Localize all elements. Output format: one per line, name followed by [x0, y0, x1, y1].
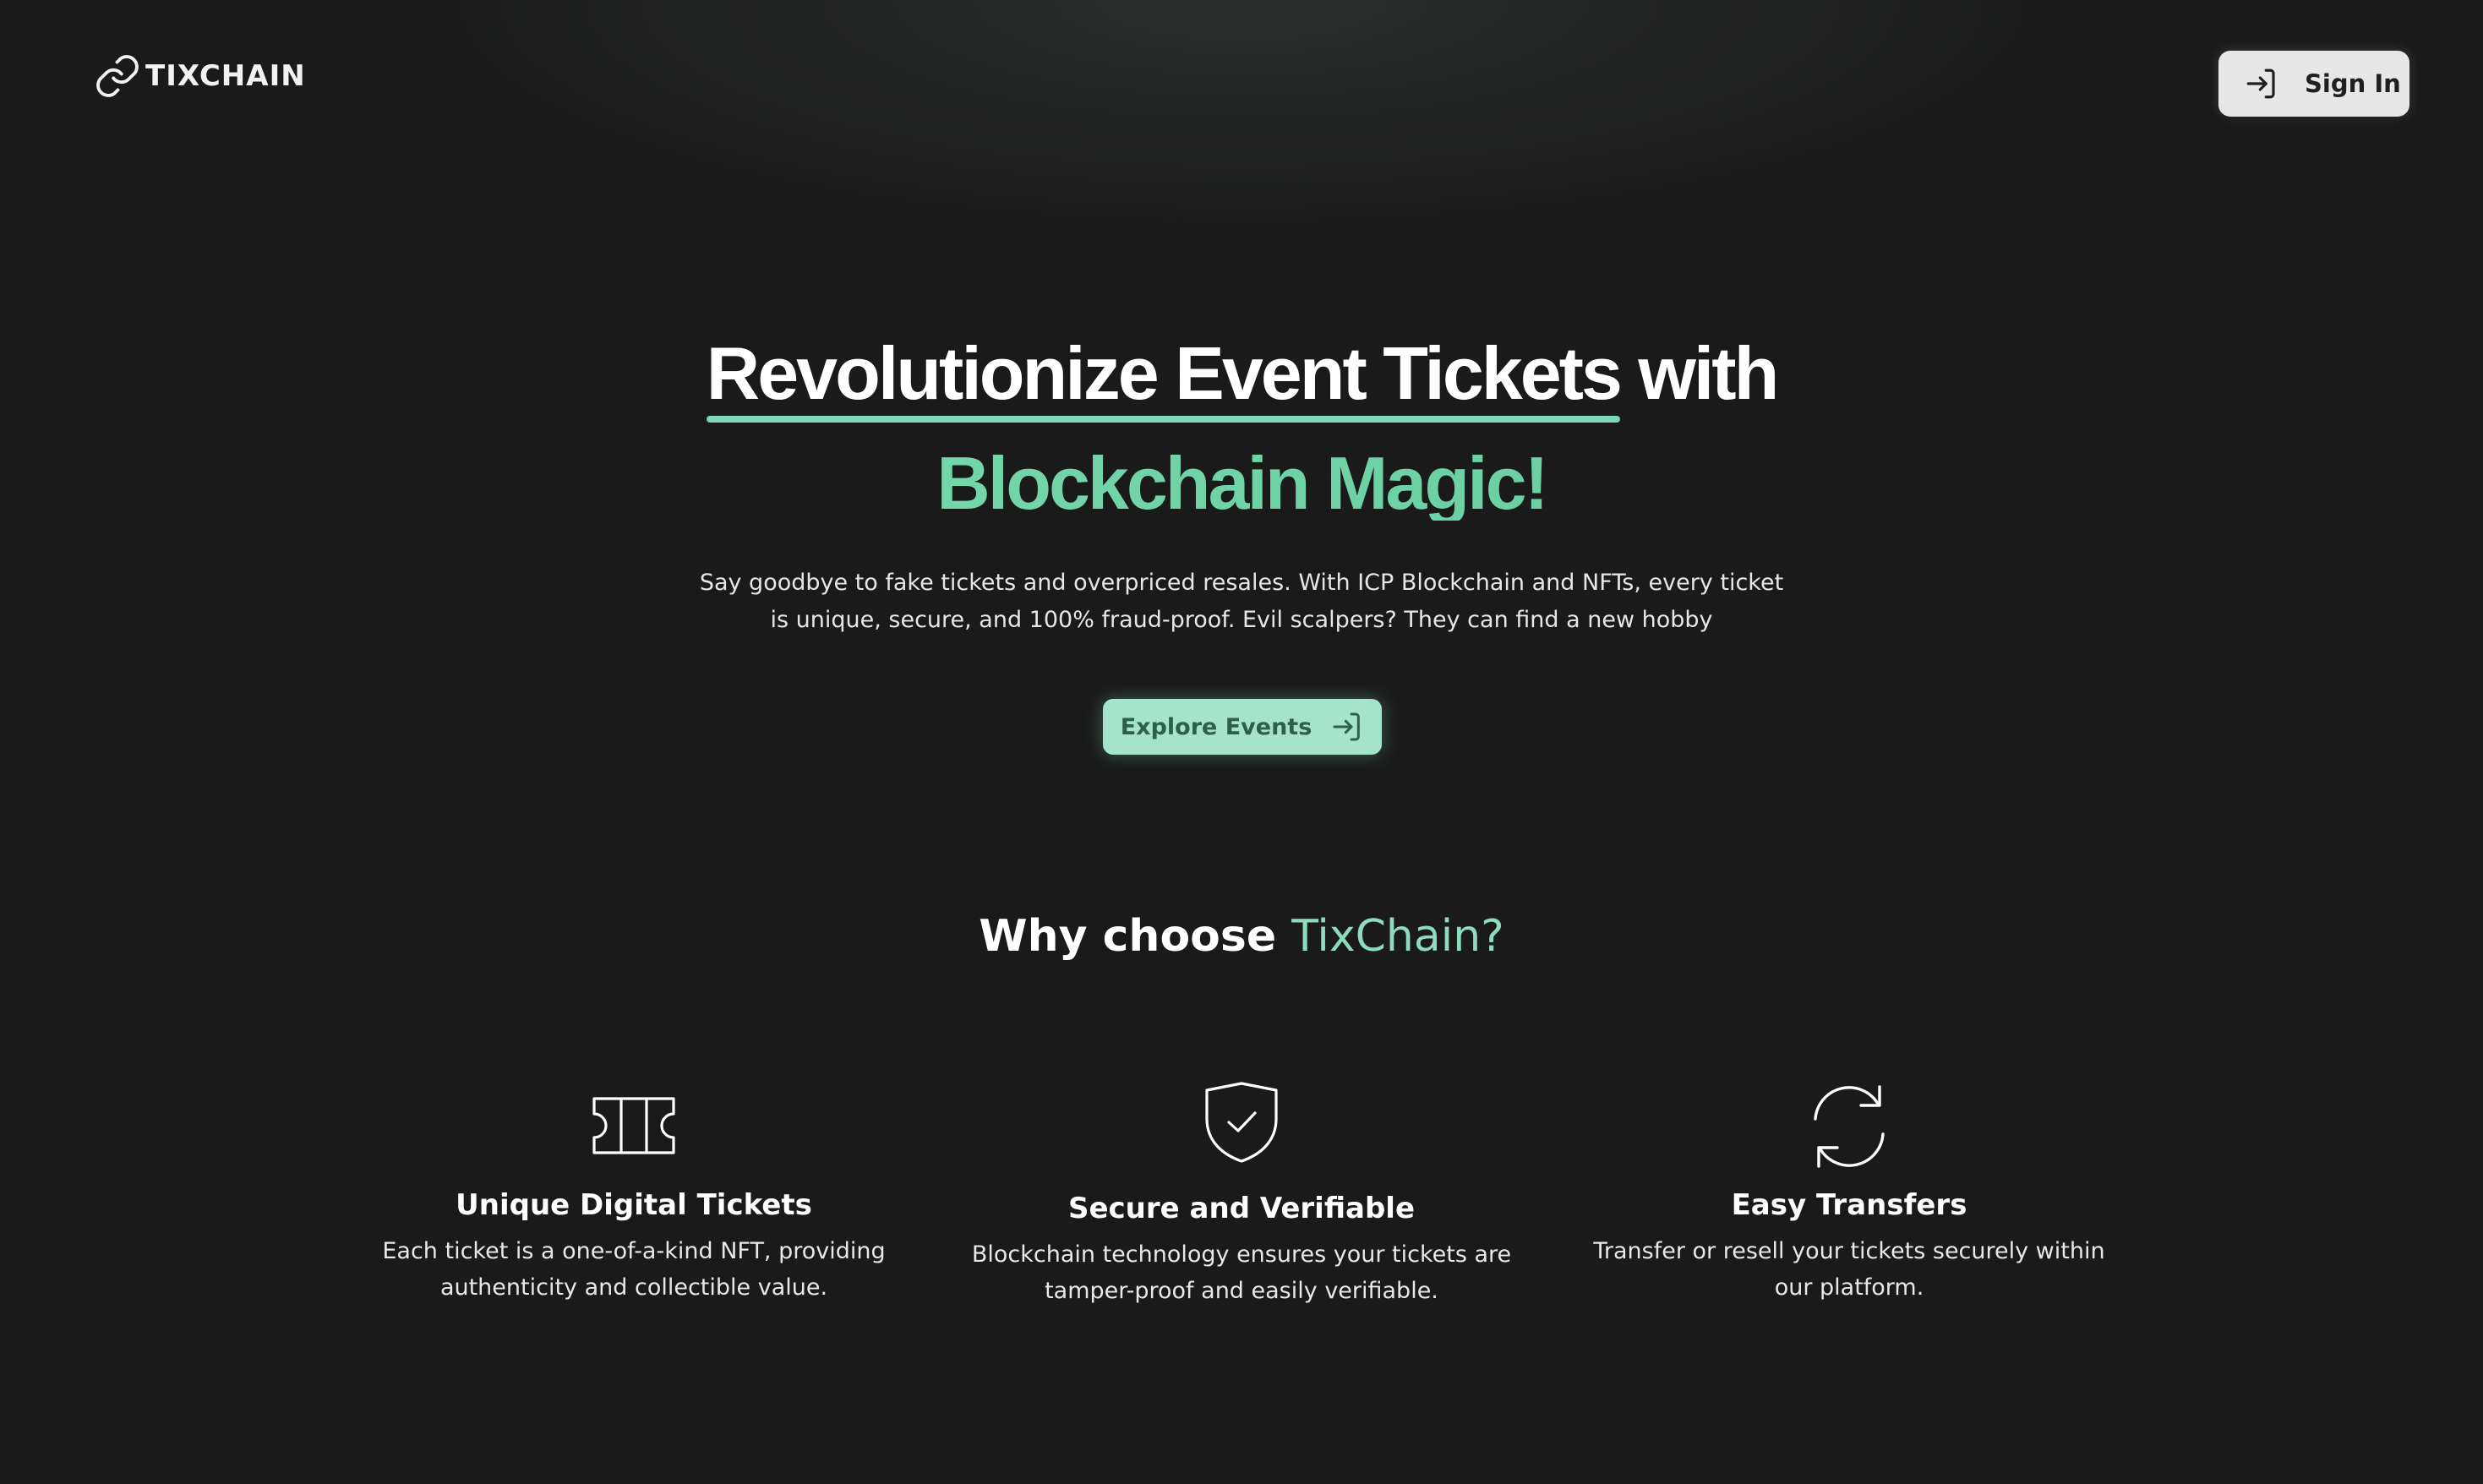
hero-title-rest: with: [1619, 331, 1779, 415]
feature-title: Easy Transfers: [1731, 1188, 1967, 1222]
sign-in-arrow-icon: [1333, 712, 1361, 741]
chain-link-icon: [96, 55, 139, 97]
why-heading-accent: TixChain?: [1291, 911, 1504, 962]
feature-card-secure: Secure and Verifiable Blockchain technol…: [946, 1080, 1537, 1309]
feature-card-unique-tickets: Unique Digital Tickets Each ticket is a …: [338, 1082, 930, 1306]
feature-description: Each ticket is a one-of-a-kind NFT, prov…: [382, 1237, 886, 1301]
sign-in-label: Sign In: [2305, 69, 2401, 98]
feature-card-transfers: Easy Transfers Transfer or resell your t…: [1553, 1082, 2145, 1306]
sign-in-button[interactable]: Sign In: [2218, 51, 2409, 117]
feature-description: Transfer or resell your tickets securely…: [1593, 1237, 2105, 1301]
why-heading: Why choose TixChain?: [0, 911, 2483, 962]
why-heading-prefix: Why choose: [979, 911, 1292, 962]
hero-title-line2: Blockchain Magic!: [0, 446, 2483, 521]
logo[interactable]: TIXCHAIN: [93, 52, 306, 100]
feature-title: Secure and Verifiable: [1067, 1192, 1416, 1225]
hero-description: Say goodbye to fake tickets and overpric…: [699, 570, 1784, 633]
explore-events-label: Explore Events: [1120, 713, 1312, 740]
hero-title: Revolutionize Event Tickets with: [0, 331, 2483, 423]
sign-in-arrow-icon: [2246, 68, 2275, 99]
hero-title-highlight: Revolutionize Event Tickets: [706, 331, 1623, 423]
feature-description: Blockchain technology ensures your ticke…: [971, 1241, 1512, 1304]
ticket-icon: [592, 1097, 675, 1154]
refresh-icon: [1814, 1085, 1885, 1168]
explore-events-button[interactable]: Explore Events: [1103, 699, 1382, 755]
feature-title: Unique Digital Tickets: [456, 1188, 812, 1222]
logo-text: TIXCHAIN: [145, 59, 306, 93]
shield-check-icon: [1205, 1082, 1278, 1163]
